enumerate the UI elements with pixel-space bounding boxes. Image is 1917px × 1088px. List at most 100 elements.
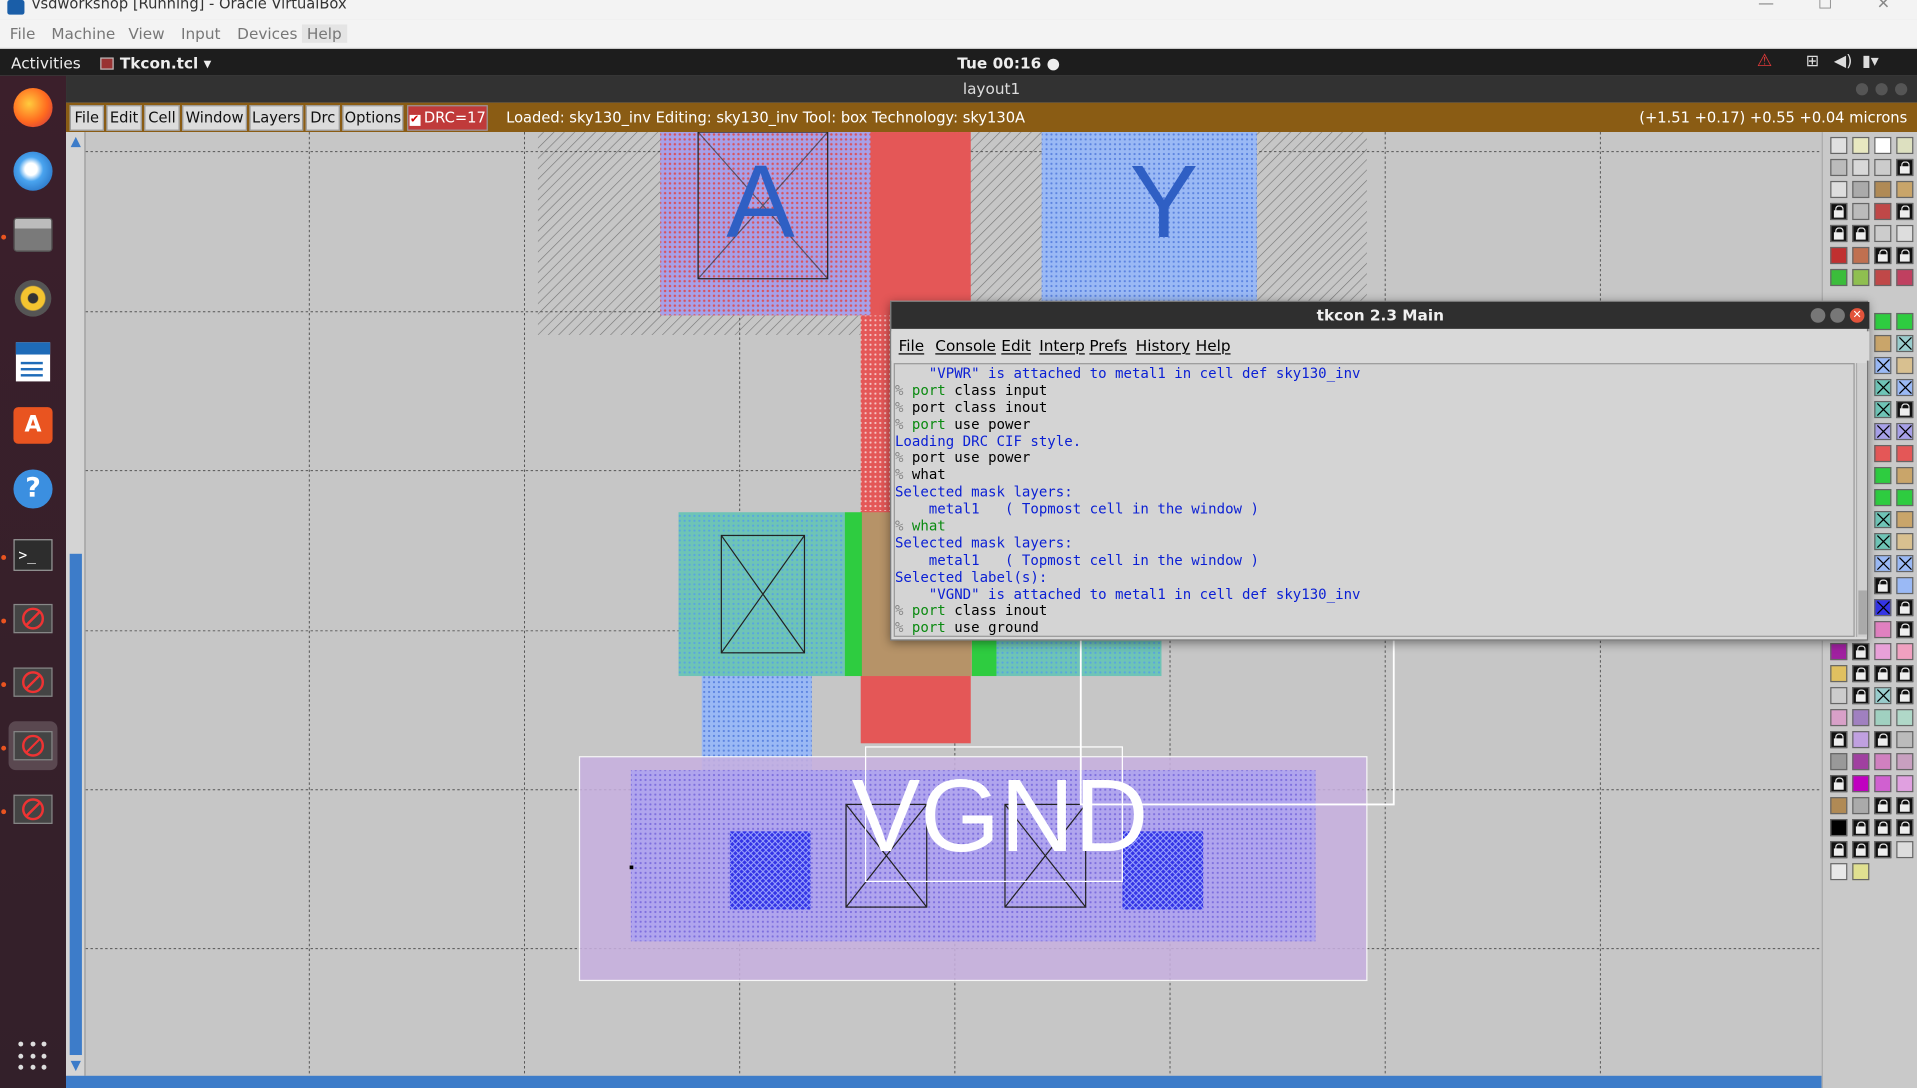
layer-swatch[interactable]: [1896, 533, 1914, 551]
layer-swatch[interactable]: [1830, 246, 1848, 265]
contact-layer-icon[interactable]: [1896, 555, 1914, 573]
layer-swatch[interactable]: [1896, 643, 1914, 661]
layer-swatch[interactable]: [1874, 202, 1892, 221]
lock-icon[interactable]: [1830, 202, 1848, 221]
lock-icon[interactable]: [1874, 819, 1892, 837]
close-icon[interactable]: ✕: [1877, 0, 1890, 13]
contact-layer-icon[interactable]: [1874, 687, 1892, 705]
layer-swatch[interactable]: [1830, 665, 1848, 683]
minimize-icon[interactable]: [1855, 83, 1869, 96]
tkcon-menu-interp[interactable]: Interp: [1039, 336, 1085, 354]
lock-icon[interactable]: [1874, 577, 1892, 595]
lock-icon[interactable]: [1896, 246, 1914, 265]
layer-swatch[interactable]: [1874, 709, 1892, 727]
layer-swatch[interactable]: [1830, 819, 1848, 837]
layer-swatch[interactable]: [1896, 356, 1914, 375]
contact-layer-icon[interactable]: [1896, 334, 1914, 353]
show-applications-button[interactable]: [9, 1032, 58, 1081]
layer-swatch[interactable]: [1852, 202, 1870, 221]
layer-swatch[interactable]: [1896, 577, 1914, 595]
layer-swatch[interactable]: [1830, 180, 1848, 199]
lock-icon[interactable]: [1830, 224, 1848, 243]
tkcon-console-output[interactable]: "VPWR" is attached to metal1 in cell def…: [893, 363, 1855, 637]
tkcon-menu-prefs[interactable]: Prefs: [1089, 336, 1127, 354]
lock-icon[interactable]: [1874, 797, 1892, 815]
layer-swatch[interactable]: [1874, 489, 1892, 507]
layer-swatch[interactable]: [1830, 136, 1848, 155]
layer-swatch[interactable]: [1874, 444, 1892, 463]
minimize-icon[interactable]: —: [1758, 0, 1774, 13]
lock-icon[interactable]: [1874, 246, 1892, 265]
layer-swatch[interactable]: [1830, 643, 1848, 661]
layer-swatch[interactable]: [1896, 775, 1914, 793]
lock-icon[interactable]: [1896, 819, 1914, 837]
layer-swatch[interactable]: [1874, 158, 1892, 177]
vbox-menu-machine[interactable]: Machine: [51, 24, 115, 42]
maximize-icon[interactable]: [1875, 83, 1888, 96]
layer-swatch[interactable]: [1852, 158, 1870, 177]
dock-app-3[interactable]: [8, 721, 58, 771]
tkcon-scrollbar[interactable]: [1855, 363, 1867, 637]
layer-swatch[interactable]: [1852, 180, 1870, 199]
magic-menu-file[interactable]: File: [69, 105, 104, 131]
layer-swatch[interactable]: [1874, 224, 1892, 243]
layer-swatch[interactable]: [1852, 753, 1870, 771]
dock-help[interactable]: ?: [9, 465, 58, 514]
layer-swatch[interactable]: [1874, 466, 1892, 485]
layer-swatch[interactable]: [1896, 312, 1914, 331]
magic-menu-edit[interactable]: Edit: [106, 105, 142, 131]
layer-swatch[interactable]: [1852, 246, 1870, 265]
vertical-scrollbar[interactable]: ▲ ▼: [66, 132, 86, 1076]
magic-menu-drc[interactable]: Drc: [305, 105, 340, 131]
dock-files[interactable]: [9, 210, 58, 259]
vbox-menu-devices[interactable]: Devices: [237, 24, 297, 42]
dock-writer[interactable]: [9, 337, 58, 386]
app-menu[interactable]: Tkcon.tcl ▾: [100, 54, 211, 72]
lock-icon[interactable]: [1852, 643, 1870, 661]
minimize-icon[interactable]: [1810, 308, 1826, 323]
layer-swatch[interactable]: [1896, 224, 1914, 243]
tkcon-menu-history[interactable]: History: [1136, 336, 1190, 354]
layer-swatch[interactable]: [1896, 444, 1914, 463]
layer-swatch[interactable]: [1830, 687, 1848, 705]
lock-icon[interactable]: [1852, 819, 1870, 837]
tkcon-menu-edit[interactable]: Edit: [1001, 336, 1031, 354]
layer-swatch[interactable]: [1874, 312, 1892, 331]
layer-swatch[interactable]: [1896, 511, 1914, 529]
contact-layer-icon[interactable]: [1874, 378, 1892, 397]
layer-swatch[interactable]: [1830, 709, 1848, 727]
magic-menu-layers[interactable]: Layers: [249, 105, 304, 131]
layer-swatch[interactable]: [1830, 797, 1848, 815]
dock-thunderbird[interactable]: [9, 147, 58, 196]
lock-icon[interactable]: [1852, 687, 1870, 705]
layer-swatch[interactable]: [1896, 731, 1914, 749]
contact-layer-icon[interactable]: [1874, 555, 1892, 573]
magic-menu-options[interactable]: Options: [342, 105, 404, 131]
tkcon-menu-console[interactable]: Console: [935, 336, 996, 354]
lock-icon[interactable]: [1896, 797, 1914, 815]
dock-app-2[interactable]: [9, 658, 58, 707]
tkcon-title-bar[interactable]: tkcon 2.3 Main ✕: [891, 301, 1870, 329]
lock-icon[interactable]: [1896, 687, 1914, 705]
contact-layer-icon[interactable]: [1874, 400, 1892, 419]
contact-layer-icon[interactable]: [1874, 356, 1892, 375]
layer-swatch[interactable]: [1852, 268, 1870, 287]
drc-toggle-button[interactable]: ✔ DRC=17: [407, 105, 488, 131]
layer-swatch[interactable]: [1896, 268, 1914, 287]
volume-icon[interactable]: ◀): [1834, 53, 1852, 71]
layer-swatch[interactable]: [1852, 731, 1870, 749]
dock-terminal[interactable]: >_: [9, 531, 58, 580]
horizontal-scrollbar[interactable]: [66, 1075, 1822, 1088]
layer-swatch[interactable]: [1852, 136, 1870, 155]
layer-swatch[interactable]: [1852, 709, 1870, 727]
contact-layer-icon[interactable]: [1874, 422, 1892, 441]
network-icon[interactable]: ⊞: [1806, 53, 1819, 71]
dock-firefox[interactable]: [9, 83, 58, 132]
layer-swatch[interactable]: [1830, 268, 1848, 287]
contact-layer-icon[interactable]: [1874, 599, 1892, 617]
layer-swatch[interactable]: [1830, 863, 1848, 881]
layer-swatch[interactable]: [1874, 180, 1892, 199]
layer-swatch[interactable]: [1852, 797, 1870, 815]
contact-layer-icon[interactable]: [1896, 378, 1914, 397]
contact-layer-icon[interactable]: [1874, 533, 1892, 551]
